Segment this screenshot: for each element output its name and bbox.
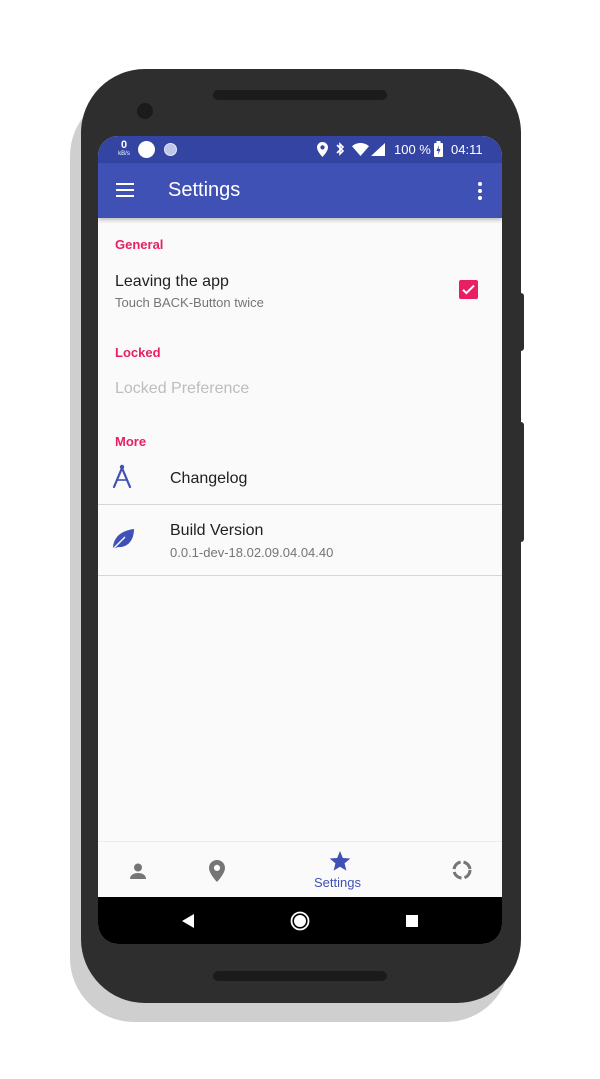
nav-item-profile[interactable] xyxy=(118,842,158,898)
compass-drafting-icon xyxy=(112,464,132,489)
wifi-icon xyxy=(352,143,369,156)
checkmark-icon xyxy=(462,284,475,295)
leaving-app-checkbox[interactable] xyxy=(459,280,478,299)
back-triangle-icon[interactable] xyxy=(182,914,194,928)
hamburger-menu-icon[interactable] xyxy=(116,182,134,198)
power-button xyxy=(519,293,524,351)
phone-screen: 0 kB/s 100 % 04:11 Settings General Leav… xyxy=(98,136,502,944)
status-bar: 0 kB/s 100 % 04:11 xyxy=(98,136,502,163)
system-navigation-bar xyxy=(98,897,502,944)
app-bar: Settings xyxy=(98,163,502,218)
notification-moon-icon xyxy=(164,143,177,156)
earpiece-speaker xyxy=(213,90,387,100)
pref-changelog-title: Changelog xyxy=(170,470,248,487)
pref-leaving-app-summary: Touch BACK-Button twice xyxy=(115,295,264,310)
net-speed-indicator: 0 kB/s xyxy=(116,139,132,159)
volume-button xyxy=(519,422,524,542)
recents-square-icon[interactable] xyxy=(406,915,418,927)
pref-build-version-value: 0.0.1-dev-18.02.09.04.04.40 xyxy=(170,545,334,560)
pref-leaving-app-title: Leaving the app xyxy=(115,273,229,290)
loading-circle-icon xyxy=(452,860,472,880)
pref-build-version-title: Build Version xyxy=(170,522,264,539)
section-header-general: General xyxy=(115,237,164,252)
pref-locked-preference: Locked Preference xyxy=(115,380,250,397)
bottom-speaker xyxy=(213,971,387,981)
location-icon xyxy=(317,142,328,157)
battery-percent: 100 % xyxy=(394,142,431,157)
battery-charging-icon xyxy=(434,141,443,157)
person-icon xyxy=(130,863,146,879)
leaf-icon xyxy=(112,529,134,550)
nav-item-settings-label: Settings xyxy=(314,875,361,890)
location-pin-icon xyxy=(209,860,225,882)
pref-build-version[interactable]: Build Version 0.0.1-dev-18.02.09.04.04.4… xyxy=(98,505,502,575)
section-header-more: More xyxy=(115,434,147,449)
pref-leaving-app[interactable]: Leaving the app Touch BACK-Button twice xyxy=(98,260,502,320)
nav-item-location[interactable] xyxy=(197,842,237,898)
net-speed-value: 0 xyxy=(120,139,128,151)
divider xyxy=(98,575,502,576)
notification-dot-icon xyxy=(138,141,155,158)
nav-item-loading[interactable] xyxy=(442,842,482,898)
bluetooth-icon xyxy=(336,142,345,156)
net-speed-unit: kB/s xyxy=(118,151,130,157)
cell-signal-icon xyxy=(371,143,385,156)
bottom-navigation: Settings xyxy=(98,841,502,898)
settings-list: General Leaving the app Touch BACK-Butto… xyxy=(98,218,502,842)
page-title: Settings xyxy=(168,179,241,201)
pref-changelog[interactable]: Changelog xyxy=(98,454,502,504)
nav-item-settings[interactable]: Settings xyxy=(300,842,380,898)
overflow-menu-icon[interactable] xyxy=(474,180,486,202)
section-header-locked: Locked xyxy=(115,345,161,360)
status-time: 04:11 xyxy=(451,142,483,157)
star-icon xyxy=(329,851,351,871)
home-circle-icon[interactable] xyxy=(290,911,310,931)
front-camera xyxy=(137,103,153,119)
